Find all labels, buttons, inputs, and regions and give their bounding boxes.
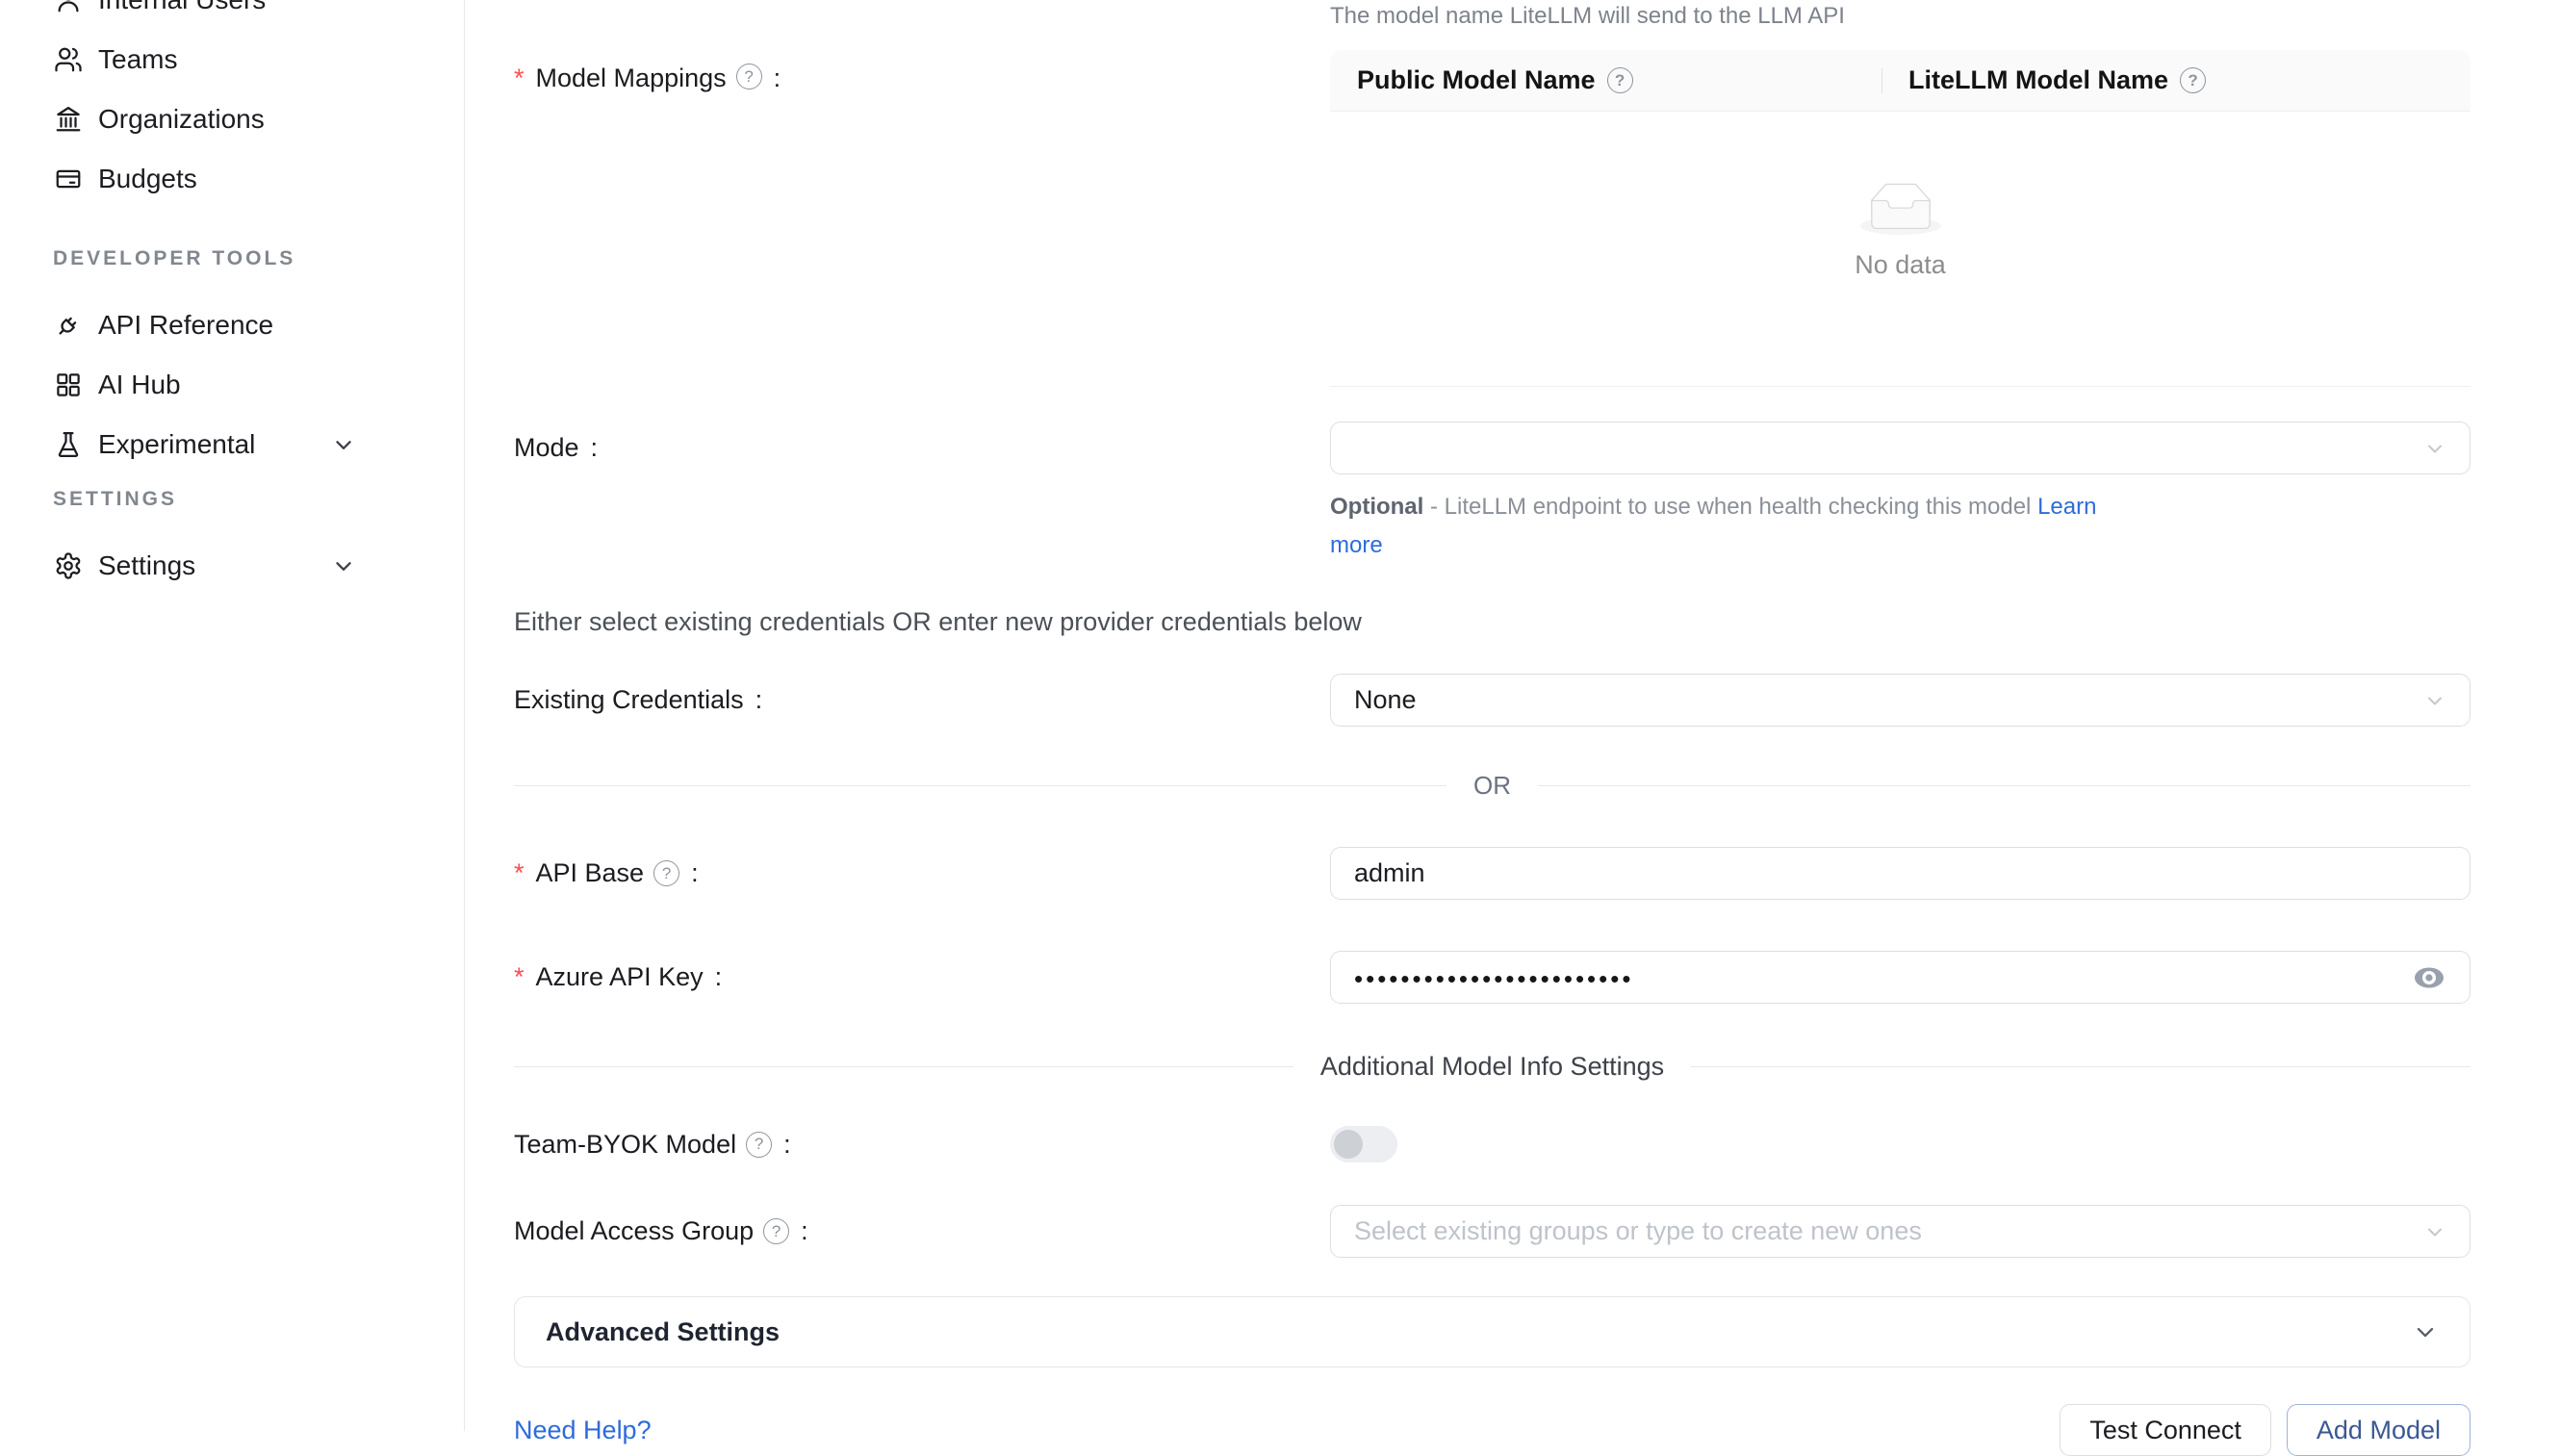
- model-mappings-label: * Model Mappings ? :: [514, 50, 1330, 387]
- users-icon: [53, 44, 84, 75]
- sidebar-section-developer-tools: DEVELOPER TOOLS: [53, 247, 464, 270]
- table-header-row: Public Model Name ? LiteLLM Model Name ?: [1330, 50, 2470, 112]
- form-footer: Need Help? Test Connect Add Model: [514, 1404, 2470, 1456]
- required-marker: *: [514, 962, 525, 992]
- chevron-down-icon: [2423, 1220, 2446, 1243]
- mode-label: Mode :: [514, 421, 1330, 474]
- credentials-note: Either select existing credentials OR en…: [514, 607, 2470, 637]
- sidebar-item-settings[interactable]: Settings: [0, 536, 464, 596]
- or-divider: OR: [514, 771, 2470, 801]
- sidebar-item-label: Settings: [98, 550, 195, 581]
- help-icon[interactable]: ?: [763, 1218, 789, 1244]
- table-empty-state: No data: [1330, 112, 2470, 387]
- chevron-down-icon: [2412, 1318, 2439, 1345]
- no-data-text: No data: [1855, 250, 1946, 280]
- sidebar-item-budgets[interactable]: Budgets: [0, 149, 464, 209]
- required-marker: *: [514, 64, 525, 93]
- column-header-public-model-name: Public Model Name ?: [1330, 65, 1882, 95]
- sidebar-item-api-reference[interactable]: API Reference: [0, 295, 464, 355]
- toggle-knob: [1334, 1130, 1363, 1159]
- api-base-label: * API Base ? :: [514, 847, 1330, 900]
- sidebar-item-experimental[interactable]: Experimental: [0, 415, 464, 474]
- add-model-form: The model name LiteLLM will send to the …: [465, 0, 2560, 1431]
- existing-credentials-select[interactable]: None: [1330, 674, 2470, 727]
- api-base-input[interactable]: admin: [1330, 847, 2470, 900]
- user-icon: [53, 0, 84, 15]
- existing-credentials-label: Existing Credentials :: [514, 674, 1330, 727]
- existing-credentials-value: None: [1354, 685, 1417, 715]
- advanced-settings-panel[interactable]: Advanced Settings: [514, 1296, 2470, 1367]
- add-model-button[interactable]: Add Model: [2287, 1404, 2470, 1456]
- sidebar-item-organizations[interactable]: Organizations: [0, 89, 464, 149]
- sidebar-item-label: Organizations: [98, 104, 265, 135]
- help-icon[interactable]: ?: [653, 860, 679, 886]
- chevron-down-icon: [331, 553, 356, 578]
- model-access-group-select[interactable]: Select existing groups or type to create…: [1330, 1205, 2470, 1258]
- sidebar-item-ai-hub[interactable]: AI Hub: [0, 355, 464, 415]
- test-connect-button[interactable]: Test Connect: [2060, 1404, 2271, 1456]
- sidebar-item-teams[interactable]: Teams: [0, 30, 464, 89]
- model-access-group-placeholder: Select existing groups or type to create…: [1354, 1216, 1922, 1246]
- team-byok-label: Team-BYOK Model ? :: [514, 1126, 1330, 1162]
- advanced-settings-title: Advanced Settings: [546, 1317, 780, 1347]
- help-icon[interactable]: ?: [736, 64, 762, 89]
- chevron-down-icon: [331, 432, 356, 457]
- help-icon[interactable]: ?: [746, 1132, 772, 1158]
- empty-inbox-icon: [1860, 183, 1941, 235]
- column-header-litellm-model-name: LiteLLM Model Name ?: [1882, 65, 2206, 95]
- mode-help-text: Optional - LiteLLM endpoint to use when …: [1330, 488, 2148, 565]
- sidebar-nav-group-developer-tools: API Reference AI Hub Experimental: [0, 295, 464, 474]
- credit-card-icon: [53, 164, 84, 194]
- api-base-value: admin: [1354, 858, 1425, 888]
- sidebar-section-settings: SETTINGS: [53, 488, 464, 511]
- need-help-link[interactable]: Need Help?: [514, 1416, 652, 1445]
- sidebar-item-label: Teams: [98, 44, 177, 75]
- azure-api-key-label: * Azure API Key :: [514, 951, 1330, 1004]
- sidebar-item-label: Internal Users: [98, 0, 266, 15]
- or-divider-text: OR: [1473, 771, 1511, 801]
- sidebar-item-label: Budgets: [98, 164, 197, 194]
- chevron-down-icon: [2423, 437, 2446, 460]
- required-marker: *: [514, 858, 525, 888]
- sidebar-item-label: API Reference: [98, 310, 273, 341]
- sidebar-item-internal-users[interactable]: Internal Users: [0, 0, 464, 30]
- additional-settings-divider-text: Additional Model Info Settings: [1320, 1052, 1664, 1082]
- chevron-down-icon: [2423, 689, 2446, 712]
- plug-icon: [53, 310, 84, 341]
- azure-api-key-masked-value: ••••••••••••••••••••••••: [1354, 964, 1633, 994]
- model-mappings-hint: The model name LiteLLM will send to the …: [1330, 0, 2470, 31]
- azure-api-key-input[interactable]: ••••••••••••••••••••••••: [1330, 951, 2470, 1004]
- model-mappings-table: Public Model Name ? LiteLLM Model Name ?: [1330, 50, 2470, 387]
- help-icon[interactable]: ?: [2180, 67, 2206, 93]
- sidebar-nav-group-main: Internal Users Teams Organizations Budge…: [0, 0, 464, 209]
- additional-settings-divider: Additional Model Info Settings: [514, 1052, 2470, 1082]
- sidebar-item-label: AI Hub: [98, 370, 181, 400]
- grid-icon: [53, 370, 84, 400]
- bank-icon: [53, 104, 84, 135]
- flask-icon: [53, 429, 84, 460]
- sidebar: Internal Users Teams Organizations Budge…: [0, 0, 465, 1431]
- gear-icon: [53, 550, 84, 581]
- mode-select[interactable]: [1330, 421, 2470, 474]
- sidebar-item-label: Experimental: [98, 429, 255, 460]
- eye-icon[interactable]: [2412, 965, 2446, 990]
- sidebar-nav-group-settings: Settings: [0, 536, 464, 596]
- help-icon[interactable]: ?: [1607, 67, 1633, 93]
- team-byok-toggle[interactable]: [1330, 1126, 1397, 1162]
- model-access-group-label: Model Access Group ? :: [514, 1205, 1330, 1258]
